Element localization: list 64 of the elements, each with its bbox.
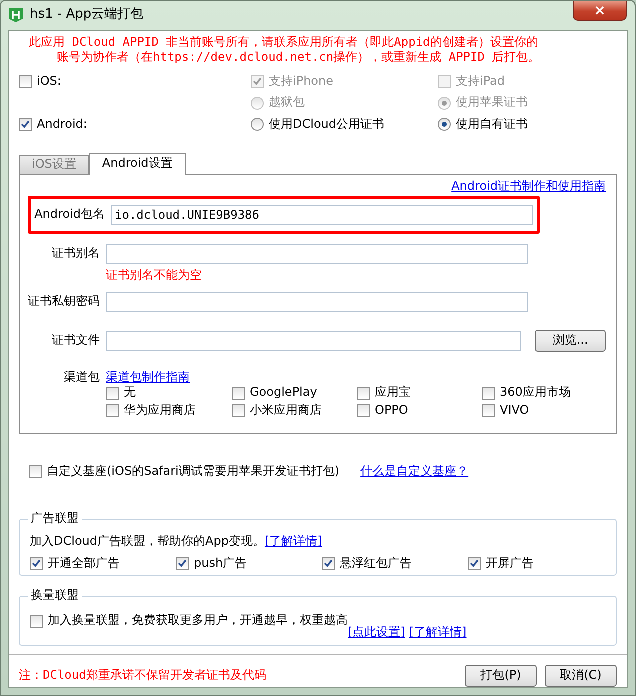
checkbox[interactable] bbox=[232, 404, 245, 418]
input-field[interactable]: io.dcloud.UNIE9B9386 bbox=[111, 205, 533, 226]
tab[interactable]: Android设置 bbox=[89, 152, 186, 175]
checkbox[interactable] bbox=[322, 557, 335, 570]
option-label[interactable]: GooglePlay bbox=[250, 385, 318, 402]
checkbox[interactable] bbox=[19, 118, 32, 132]
option-label[interactable]: 使用DCloud公用证书 bbox=[269, 117, 385, 133]
browse-button[interactable]: 浏览... bbox=[535, 330, 606, 352]
dialog-button[interactable]: 取消(C) bbox=[545, 665, 617, 687]
guide-link[interactable]: Android证书制作和使用指南 bbox=[452, 178, 606, 193]
option-label[interactable]: 使用自有证书 bbox=[456, 117, 528, 133]
option-label[interactable]: 开通全部广告 bbox=[48, 556, 120, 572]
input-field[interactable] bbox=[106, 330, 522, 351]
radio-button[interactable] bbox=[438, 118, 451, 132]
field-label: 证书文件 bbox=[51, 333, 100, 349]
option-label[interactable]: 加入换量联盟，免费获取更多用户，开通越早，权重越高 bbox=[48, 613, 348, 629]
checkbox[interactable] bbox=[176, 557, 189, 570]
error-message: 证书别名不能为空 bbox=[106, 268, 203, 284]
checkbox[interactable] bbox=[482, 386, 495, 400]
settings-link[interactable]: [点此设置] bbox=[348, 625, 406, 641]
checkbox[interactable] bbox=[106, 404, 119, 418]
close-button[interactable]: × bbox=[573, 1, 627, 21]
checkbox[interactable] bbox=[29, 464, 42, 478]
option-label[interactable]: Android: bbox=[37, 117, 88, 133]
radio-button[interactable] bbox=[251, 118, 264, 132]
group-title: 广告联盟 bbox=[28, 511, 82, 527]
field-label: 证书别名 bbox=[51, 246, 100, 262]
help-link[interactable]: 什么是自定义基座？ bbox=[360, 464, 469, 480]
input-field[interactable] bbox=[106, 292, 528, 312]
checkbox[interactable] bbox=[30, 557, 43, 570]
notice-text: 此应用 DCloud APPID 非当前账号所有，请联系应用所有者（即此Appid的创建者）设置你的 账号为协作者（在https://dev.dcloud.net.cn操作），或重新生成 APPID 后打包。 bbox=[28, 34, 542, 66]
option-label[interactable]: 悬浮红包广告 bbox=[340, 556, 412, 572]
option-label[interactable]: VIVO bbox=[500, 403, 530, 419]
checkbox[interactable] bbox=[357, 386, 370, 400]
option-label[interactable]: 小米应用商店 bbox=[250, 403, 322, 419]
checkbox[interactable] bbox=[357, 404, 370, 418]
window-title: hs1 - App云端打包 bbox=[30, 6, 144, 24]
group-title: 换量联盟 bbox=[28, 588, 82, 604]
option-label[interactable]: 无 bbox=[124, 385, 136, 402]
checkbox[interactable] bbox=[30, 614, 43, 628]
footer-note: 注：DCloud郑重承诺不保留开发者证书及代码 bbox=[19, 668, 266, 684]
checkbox[interactable] bbox=[19, 75, 32, 88]
checkbox[interactable] bbox=[468, 557, 481, 570]
description-text: 加入DCloud广告联盟，帮助你的App变现。 bbox=[30, 534, 265, 548]
channel-guide-link[interactable]: 渠道包制作指南 bbox=[106, 370, 190, 386]
option-label[interactable]: 应用宝 bbox=[375, 385, 411, 402]
option-label[interactable]: 360应用市场 bbox=[500, 385, 571, 402]
checkbox[interactable] bbox=[232, 386, 245, 400]
details-link[interactable]: [了解详情] bbox=[264, 534, 322, 548]
checkbox[interactable] bbox=[482, 404, 495, 418]
checkbox[interactable] bbox=[106, 386, 119, 400]
option-label[interactable]: push广告 bbox=[194, 556, 248, 572]
option-label[interactable]: 华为应用商店 bbox=[124, 403, 196, 419]
settings-link[interactable]: [了解详情] bbox=[409, 625, 467, 641]
dialog-button[interactable]: 打包(P) bbox=[465, 665, 537, 687]
option-label[interactable]: iOS: bbox=[37, 74, 62, 90]
field-label: 证书私钥密码 bbox=[28, 294, 100, 310]
option-label[interactable]: 自定义基座(iOS的Safari调试需要用苹果开发证书打包) bbox=[47, 464, 340, 480]
field-label: 渠道包 bbox=[63, 370, 100, 386]
option-label[interactable]: OPPO bbox=[375, 403, 408, 419]
app-icon bbox=[8, 7, 24, 24]
field-label: Android包名 bbox=[34, 207, 105, 224]
input-field[interactable] bbox=[106, 244, 528, 264]
option-label[interactable]: 开屏广告 bbox=[486, 556, 534, 572]
